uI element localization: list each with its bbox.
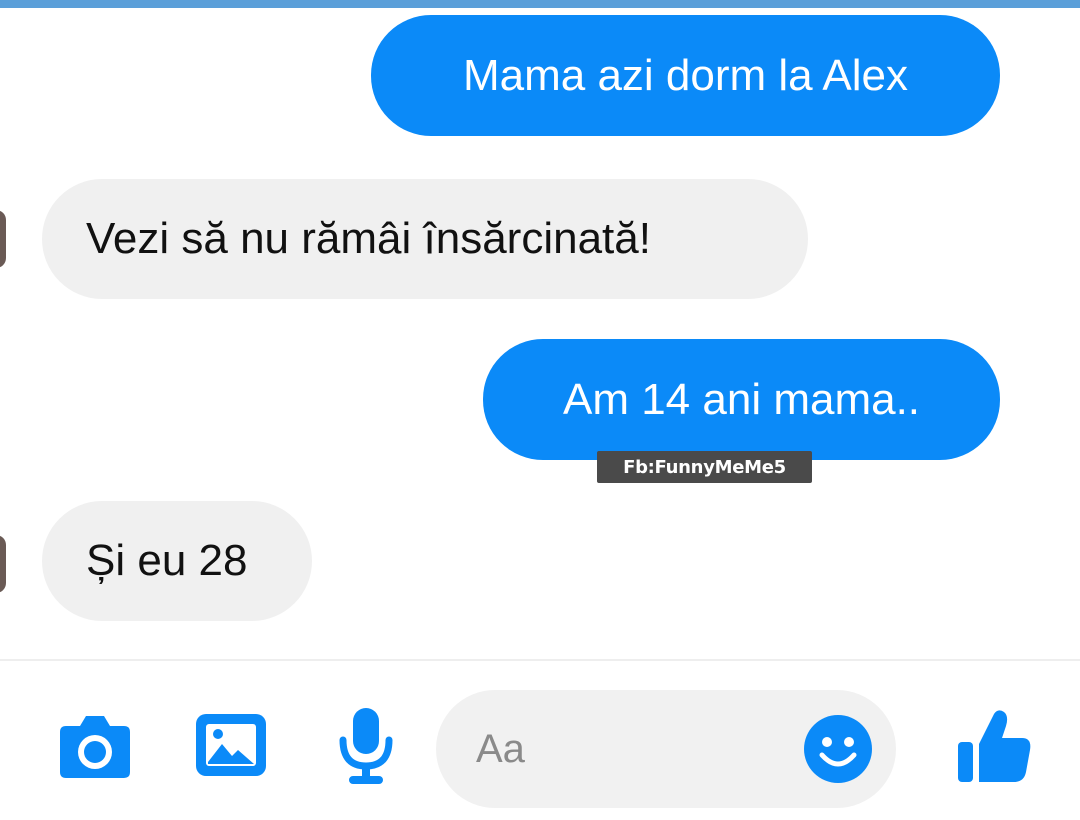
message-bubble-incoming[interactable]: Și eu 28 [42, 501, 312, 621]
thumbs-up-icon[interactable] [954, 706, 1034, 786]
message-text: Vezi să nu rămâi însărcinată! [86, 214, 651, 263]
message-bubble-outgoing[interactable]: Am 14 ani mama.. [483, 339, 1000, 460]
message-text: Am 14 ani mama.. [562, 374, 921, 424]
microphone-icon[interactable] [337, 706, 395, 786]
message-text: Mama azi dorm la Alex [462, 50, 909, 100]
message-bubble-incoming[interactable]: Vezi să nu rămâi însărcinată! [42, 179, 808, 299]
sender-avatar[interactable] [0, 535, 6, 593]
message-input[interactable] [476, 720, 776, 778]
sender-avatar[interactable] [0, 210, 6, 268]
message-text: Și eu 28 [86, 536, 248, 585]
top-app-bar-edge [0, 0, 1080, 8]
camera-icon[interactable] [58, 712, 132, 780]
watermark: Fb:FunnyMeMe5 [597, 451, 812, 483]
emoji-icon[interactable] [802, 713, 874, 785]
message-bubble-outgoing[interactable]: Mama azi dorm la Alex [371, 15, 1000, 136]
image-icon[interactable] [194, 712, 268, 778]
composer-divider [0, 659, 1080, 661]
message-input-field[interactable] [436, 690, 896, 808]
